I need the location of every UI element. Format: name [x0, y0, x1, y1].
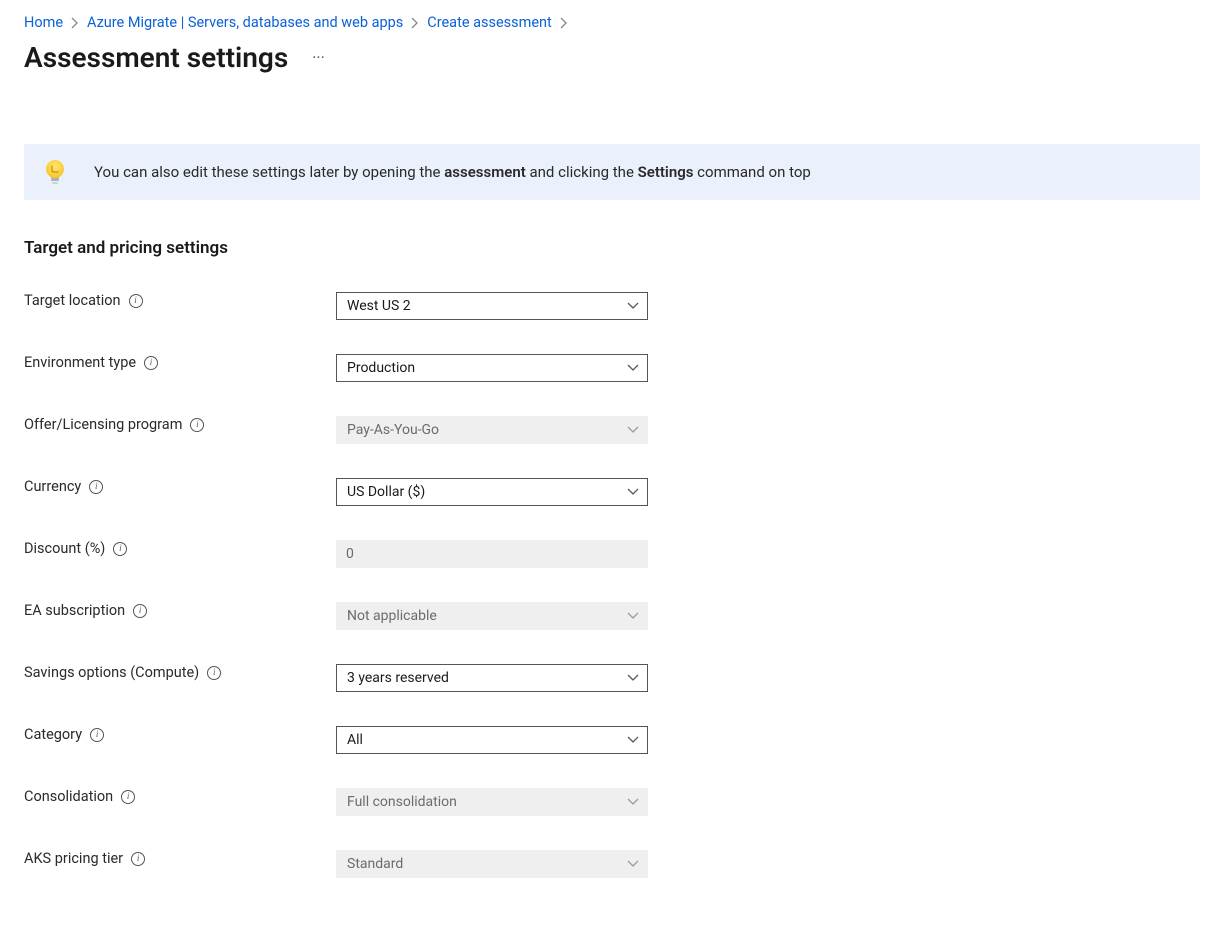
field-label: Discount (%) i [24, 540, 336, 557]
dropdown-value: West US 2 [347, 298, 411, 314]
chevron-down-icon [627, 732, 639, 748]
field-label: EA subscription i [24, 602, 336, 619]
dropdown-value: Not applicable [347, 608, 437, 624]
info-icon[interactable]: i [144, 356, 158, 370]
dropdown-value: Pay-As-You-Go [347, 422, 439, 438]
breadcrumb-link-create-assessment[interactable]: Create assessment [427, 14, 552, 31]
field-label-text: Category [24, 726, 82, 743]
field-label-text: Currency [24, 478, 81, 495]
chevron-right-icon [560, 17, 568, 29]
dropdown-category[interactable]: All [336, 726, 648, 754]
field-label: Savings options (Compute) i [24, 664, 336, 681]
field-label-text: EA subscription [24, 602, 125, 619]
field-row: EA subscription i Not applicable [24, 602, 1200, 630]
dropdown-target-location[interactable]: West US 2 [336, 292, 648, 320]
info-icon[interactable]: i [190, 418, 204, 432]
field-label-text: Consolidation [24, 788, 113, 805]
dropdown-aks-pricing-tier: Standard [336, 850, 648, 878]
breadcrumb-link-home[interactable]: Home [24, 14, 63, 31]
field-label: Offer/Licensing program i [24, 416, 336, 433]
info-icon[interactable]: i [207, 666, 221, 680]
dropdown-environment-type[interactable]: Production [336, 354, 648, 382]
chevron-down-icon [627, 360, 639, 376]
info-icon[interactable]: i [113, 542, 127, 556]
field-row: Category i All [24, 726, 1200, 754]
field-row: Target location i West US 2 [24, 292, 1200, 320]
field-label: Target location i [24, 292, 336, 309]
field-label-text: Discount (%) [24, 540, 105, 557]
dropdown-value: Full consolidation [347, 794, 457, 810]
info-icon[interactable]: i [133, 604, 147, 618]
dropdown-value: Production [347, 360, 415, 376]
info-icon[interactable]: i [121, 790, 135, 804]
tip-text: You can also edit these settings later b… [94, 163, 811, 181]
section-title-target-pricing: Target and pricing settings [24, 238, 1200, 258]
breadcrumb-link-azure-migrate[interactable]: Azure Migrate | Servers, databases and w… [87, 14, 403, 31]
dropdown-savings-options-compute[interactable]: 3 years reserved [336, 664, 648, 692]
field-label-text: Savings options (Compute) [24, 664, 199, 681]
field-row: Discount (%) i [24, 540, 1200, 568]
dropdown-consolidation: Full consolidation [336, 788, 648, 816]
dropdown-value: Standard [347, 856, 403, 872]
chevron-down-icon [627, 484, 639, 500]
field-row: Environment type i Production [24, 354, 1200, 382]
chevron-down-icon [627, 422, 639, 438]
lightbulb-icon [46, 160, 64, 184]
info-icon[interactable]: i [89, 480, 103, 494]
chevron-down-icon [627, 670, 639, 686]
chevron-down-icon [627, 298, 639, 314]
info-icon[interactable]: i [129, 294, 143, 308]
field-label-text: Target location [24, 292, 121, 309]
page-title: Assessment settings [24, 41, 288, 74]
field-row: Currency i US Dollar ($) [24, 478, 1200, 506]
field-label: AKS pricing tier i [24, 850, 336, 867]
dropdown-value: 3 years reserved [347, 670, 449, 686]
dropdown-offer-licensing-program: Pay-As-You-Go [336, 416, 648, 444]
dropdown-currency[interactable]: US Dollar ($) [336, 478, 648, 506]
field-label-text: Offer/Licensing program [24, 416, 182, 433]
field-label: Currency i [24, 478, 336, 495]
dropdown-value: US Dollar ($) [347, 484, 425, 500]
field-label: Environment type i [24, 354, 336, 371]
more-actions-button[interactable]: ··· [306, 48, 331, 68]
discount-input [336, 540, 648, 568]
breadcrumb: Home Azure Migrate | Servers, databases … [24, 14, 1200, 31]
dropdown-ea-subscription: Not applicable [336, 602, 648, 630]
field-row: AKS pricing tier i Standard [24, 850, 1200, 878]
field-row: Savings options (Compute) i 3 years reserv… [24, 664, 1200, 692]
tip-banner: You can also edit these settings later b… [24, 144, 1200, 200]
info-icon[interactable]: i [90, 728, 104, 742]
field-label-text: Environment type [24, 354, 136, 371]
field-label: Category i [24, 726, 336, 743]
chevron-down-icon [627, 856, 639, 872]
field-row: Consolidation i Full consolidation [24, 788, 1200, 816]
chevron-down-icon [627, 794, 639, 810]
chevron-right-icon [71, 17, 79, 29]
field-label: Consolidation i [24, 788, 336, 805]
dropdown-value: All [347, 732, 363, 748]
info-icon[interactable]: i [131, 852, 145, 866]
chevron-right-icon [411, 17, 419, 29]
field-row: Offer/Licensing program i Pay-As-You-Go [24, 416, 1200, 444]
chevron-down-icon [627, 608, 639, 624]
field-label-text: AKS pricing tier [24, 850, 123, 867]
